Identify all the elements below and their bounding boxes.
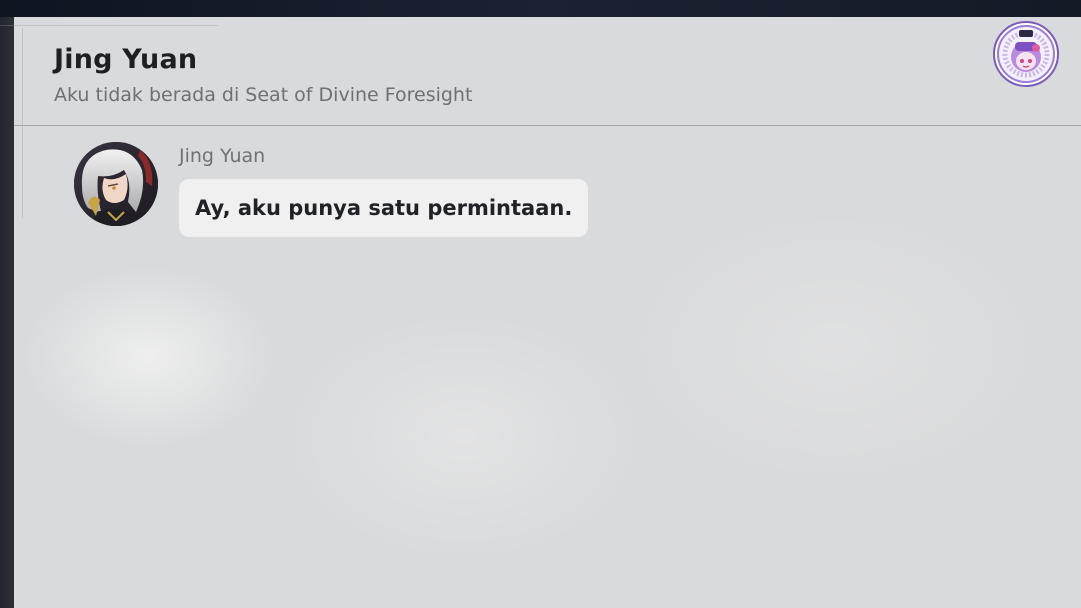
jing-yuan-avatar-icon bbox=[74, 142, 158, 226]
contact-signature: Aku tidak berada di Seat of Divine Fores… bbox=[54, 84, 473, 106]
top-background-strip bbox=[0, 0, 1081, 17]
watermark-logo-icon bbox=[993, 21, 1059, 87]
message-text: Ay, aku punya satu permintaan. bbox=[195, 196, 573, 220]
contact-name: Jing Yuan bbox=[54, 44, 198, 75]
message-bubble: Ay, aku punya satu permintaan. bbox=[179, 179, 589, 237]
chat-screen: Jing Yuan Aku tidak berada di Seat of Di… bbox=[0, 0, 1081, 608]
sender-avatar[interactable] bbox=[74, 142, 158, 226]
header-divider bbox=[14, 125, 1081, 126]
chat-header: Jing Yuan Aku tidak berada di Seat of Di… bbox=[14, 17, 1081, 125]
message-sender-name: Jing Yuan bbox=[179, 145, 266, 167]
watermark-logo-graphic bbox=[997, 25, 1055, 83]
